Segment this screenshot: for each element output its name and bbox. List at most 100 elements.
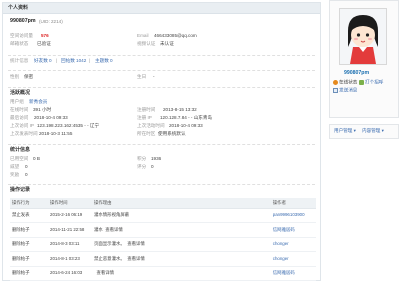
- row-operator-link[interactable]: 信网雅居码: [270, 266, 316, 282]
- row-spacer: [146, 266, 271, 282]
- row-reason: 页面显示灌水。 查看详情: [92, 237, 147, 253]
- row-reason: 灌水 查看详情: [92, 222, 147, 238]
- replies-link[interactable]: 回帖数 1042: [61, 58, 86, 64]
- table-row: 删除帖子 2014-11-21 22:58 灌水 查看详情 信网雅居码: [10, 222, 316, 238]
- row-operator-link[interactable]: pan9996103900: [270, 208, 316, 224]
- col-reason: 操作理由: [92, 198, 147, 209]
- divider: [8, 70, 315, 71]
- col-time: 操作时间: [48, 198, 92, 209]
- greet-link[interactable]: 打个招呼: [359, 80, 383, 85]
- divider: [8, 87, 315, 88]
- table-row: 删除帖子 2014-6-24 16:03 查看详情 信网雅居码: [10, 266, 316, 282]
- reward-value: 0: [25, 172, 28, 177]
- col-action: 操作行为: [10, 198, 48, 209]
- last-visit-value: 2018-10-4 09:33: [34, 115, 68, 120]
- row-spacer: [146, 251, 271, 267]
- reg-ip-value: 120.128.7.84 - - 山东青岛: [160, 115, 213, 120]
- table-row: 禁止发表 2015-2-16 06:19 灌水情形视角屏蔽 pan9996103…: [10, 208, 316, 224]
- profile-panel: 个人资料 990807pm (UID: 2214) 空间访问量 576 Emai…: [2, 2, 321, 282]
- reg-time-value: 2013-8-15 13:32: [163, 107, 197, 112]
- video-auth-label: 视频认证: [137, 41, 156, 46]
- row-spacer: [146, 237, 271, 253]
- friends-link[interactable]: 好友数 0: [34, 58, 52, 64]
- last-activity-value: 2018-10-4 09:33: [169, 123, 203, 128]
- reg-ip-label: 注册 IP: [137, 115, 152, 120]
- greet-icon: [359, 80, 364, 85]
- col-detail: [146, 198, 271, 209]
- table-row: 删除帖子 2014-8-3 03:11 页面显示灌水。 查看详情 chonger: [10, 237, 316, 253]
- user-manage-menu[interactable]: 用户管理 ▾: [334, 128, 356, 134]
- send-message-link[interactable]: 发送消息: [333, 88, 357, 93]
- row-time: 2014-11-21 22:58: [48, 222, 92, 238]
- online-time-label: 在线时间: [10, 107, 29, 112]
- row-reason: 禁止恶意灌水。 查看详情: [92, 251, 147, 267]
- gender-label: 性别: [10, 74, 20, 79]
- row-time: 2015-2-16 06:19: [48, 208, 92, 224]
- row-action: 删除帖子: [10, 222, 48, 238]
- row-operator-link[interactable]: chonger: [270, 237, 316, 253]
- view-detail-link[interactable]: 查看详情: [127, 241, 145, 246]
- chevron-down-icon: ▾: [353, 128, 356, 133]
- sidebar-username: 990807pm: [344, 70, 370, 76]
- row-reason: 灌水情形视角屏蔽: [92, 208, 271, 224]
- birthday-value: -: [153, 74, 155, 79]
- reg-time-label: 注册时间: [137, 107, 156, 112]
- gender-value: 保密: [24, 74, 34, 79]
- ops-table: 操作行为 操作时间 操作理由 操作者 禁止发表 2015-2-16 06:19 …: [10, 198, 316, 282]
- last-post-label: 上次发表时间: [10, 131, 38, 136]
- score-label: 评分: [137, 164, 147, 169]
- row-reason-text: 禁止恶意灌水。: [94, 255, 125, 261]
- stats-separator: |: [56, 58, 58, 63]
- avatar-cartoon-icon: [348, 15, 378, 64]
- envelope-icon: [333, 88, 338, 93]
- counts-title: 统计信息: [10, 147, 31, 153]
- row-reason: 查看详情: [92, 266, 147, 282]
- row-action: 删除帖子: [10, 251, 48, 267]
- col-operator: 操作者: [270, 198, 316, 209]
- usergroup-label: 用户组: [10, 99, 24, 104]
- table-header-row: 操作行为 操作时间 操作理由 操作者: [10, 198, 316, 209]
- online-status: 在线状态: [333, 80, 357, 85]
- space-visits-value: 576: [41, 33, 49, 38]
- user-uid: (UID: 2214): [39, 18, 63, 24]
- avatar[interactable]: [339, 8, 387, 65]
- row-action: 禁止发表: [10, 208, 48, 224]
- email-label: Email: [137, 33, 149, 38]
- last-post-value: 2018-10-3 11:55: [39, 131, 73, 136]
- chevron-down-icon: ▾: [381, 128, 384, 133]
- view-detail-link[interactable]: 查看详情: [105, 227, 123, 232]
- content-manage-menu[interactable]: 内容管理 ▾: [362, 128, 384, 134]
- row-spacer: [146, 222, 271, 238]
- used-space-value: 0 B: [33, 156, 40, 161]
- divider: [8, 144, 315, 145]
- online-time-value: 391 小时: [33, 107, 52, 112]
- row-action: 删除帖子: [10, 237, 48, 253]
- timezone-label: 所在时区: [137, 131, 156, 136]
- usergroup-value[interactable]: 新秀会员: [29, 99, 47, 105]
- view-detail-link[interactable]: 查看详情: [127, 256, 145, 261]
- timezone-value: 使用系统默认: [158, 131, 186, 136]
- panel-title: 个人资料: [3, 3, 320, 14]
- threads-link[interactable]: 主题数 0: [95, 58, 113, 64]
- space-visits-label: 空间访问量: [10, 33, 33, 38]
- last-ip-value: 123.198.223.162:4535 - - 辽宁: [37, 123, 100, 128]
- row-operator-link[interactable]: 信网雅居码: [270, 222, 316, 238]
- view-detail-link[interactable]: 查看详情: [96, 270, 114, 275]
- points-value: 1936: [151, 156, 162, 161]
- stats-label: 统计信息: [10, 58, 29, 63]
- prestige-value: 0: [25, 164, 28, 169]
- points-label: 积分: [137, 156, 147, 161]
- row-time: 2014-8-1 03:23: [48, 251, 92, 267]
- stats-separator: |: [89, 58, 91, 63]
- online-status-icon: [333, 80, 338, 85]
- row-operator-link[interactable]: chonger: [270, 251, 316, 267]
- divider: [8, 184, 315, 185]
- row-reason-text: 页面显示灌水。: [94, 241, 125, 247]
- activity-title: 活跃概况: [10, 90, 31, 96]
- score-value: 0: [151, 164, 154, 169]
- row-reason-text: 灌水: [94, 226, 103, 232]
- video-auth-value: 未认证: [160, 41, 174, 46]
- last-visit-label: 最后访问: [10, 115, 29, 120]
- username: 990807pm: [10, 18, 36, 24]
- reward-label: 奖励: [10, 172, 20, 177]
